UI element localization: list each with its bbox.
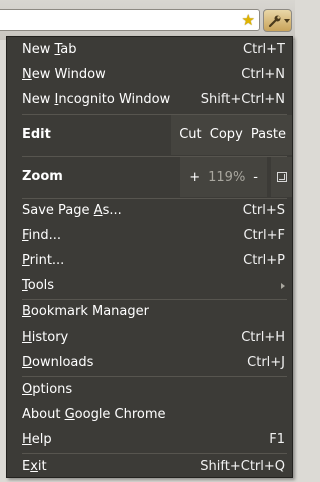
menu-item-bookmark-manager[interactable]: Bookmark Manager: [7, 300, 292, 324]
menu-item-shortcut: Ctrl+P: [243, 253, 285, 268]
menu-item-new-window[interactable]: New Window Ctrl+N: [7, 63, 292, 87]
zoom-label: Zoom: [22, 169, 63, 184]
zoom-in-button[interactable]: +: [189, 170, 200, 185]
menu-item-shortcut: Ctrl+N: [241, 67, 285, 82]
menu-item-new-incognito-window[interactable]: New Incognito Window Shift+Ctrl+N: [7, 88, 292, 112]
menu-item-shortcut: Ctrl+F: [243, 228, 285, 243]
menu-item-shortcut: Ctrl+H: [241, 330, 285, 345]
menu-item-label: Tools: [22, 278, 55, 293]
menu-item-label: Exit: [22, 459, 47, 474]
edit-row: Edit Cut Copy Paste: [7, 115, 292, 155]
menu-item-label: Options: [22, 382, 73, 397]
omnibox[interactable]: ★: [0, 9, 260, 31]
menu-item-help[interactable]: Help F1: [7, 428, 292, 452]
menu-item-tools[interactable]: Tools: [7, 274, 292, 298]
menu-item-shortcut: Ctrl+T: [243, 42, 285, 57]
menu-item-label: Print...: [22, 253, 65, 268]
bookmark-star-icon[interactable]: ★: [242, 10, 255, 30]
menu-item-label: Help: [22, 432, 52, 447]
menu-item-print[interactable]: Print... Ctrl+P: [7, 249, 292, 273]
menu-item-new-tab[interactable]: New Tab Ctrl+T: [7, 38, 292, 62]
fullscreen-icon: [276, 172, 287, 182]
menu-item-label: Downloads: [22, 355, 94, 370]
menu-item-label: Save Page As...: [22, 203, 122, 218]
cut-button[interactable]: Cut: [179, 127, 201, 142]
menu-separator: [22, 376, 287, 377]
edit-label: Edit: [22, 127, 51, 142]
menu-item-label: Bookmark Manager: [22, 304, 149, 319]
menu-item-shortcut: Ctrl+J: [247, 355, 285, 370]
submenu-arrow-icon: [281, 283, 285, 289]
menu-item-label: Find...: [22, 228, 62, 243]
menu-item-shortcut: Shift+Ctrl+Q: [200, 459, 285, 474]
menu-item-label: New Incognito Window: [22, 92, 171, 107]
menu-item-find[interactable]: Find... Ctrl+F: [7, 224, 292, 248]
zoom-control-group: + 119% -: [180, 157, 267, 197]
wrench-icon: [268, 15, 281, 28]
fullscreen-button[interactable]: [271, 157, 292, 197]
zoom-out-button[interactable]: -: [253, 170, 258, 185]
paste-button[interactable]: Paste: [251, 127, 286, 142]
wrench-menu: New Tab Ctrl+T New Window Ctrl+N New Inc…: [6, 36, 293, 478]
menu-item-label: About Google Chrome: [22, 407, 166, 422]
menu-item-about-google-chrome[interactable]: About Google Chrome: [7, 403, 292, 427]
zoom-level: 119%: [208, 169, 246, 185]
copy-button[interactable]: Copy: [210, 127, 243, 142]
wrench-menu-button[interactable]: [263, 9, 292, 32]
menu-item-history[interactable]: History Ctrl+H: [7, 326, 292, 350]
menu-item-shortcut: F1: [269, 432, 285, 447]
menu-item-options[interactable]: Options: [7, 378, 292, 402]
chevron-down-icon: [284, 19, 290, 23]
menu-item-label: New Window: [22, 67, 106, 82]
menu-item-shortcut: Ctrl+S: [242, 203, 285, 218]
menu-item-save-page-as[interactable]: Save Page As... Ctrl+S: [7, 199, 292, 223]
browser-toolbar: ★: [0, 0, 295, 40]
menu-item-label: History: [22, 330, 69, 345]
menu-item-exit[interactable]: Exit Shift+Ctrl+Q: [7, 455, 292, 479]
menu-separator: [22, 453, 287, 454]
menu-item-downloads[interactable]: Downloads Ctrl+J: [7, 351, 292, 375]
menu-item-label: New Tab: [22, 42, 77, 57]
edit-controls: Cut Copy Paste: [171, 115, 292, 155]
zoom-controls: + 119% -: [180, 157, 292, 197]
zoom-row: Zoom + 119% -: [7, 157, 292, 197]
menu-item-shortcut: Shift+Ctrl+N: [200, 92, 285, 107]
